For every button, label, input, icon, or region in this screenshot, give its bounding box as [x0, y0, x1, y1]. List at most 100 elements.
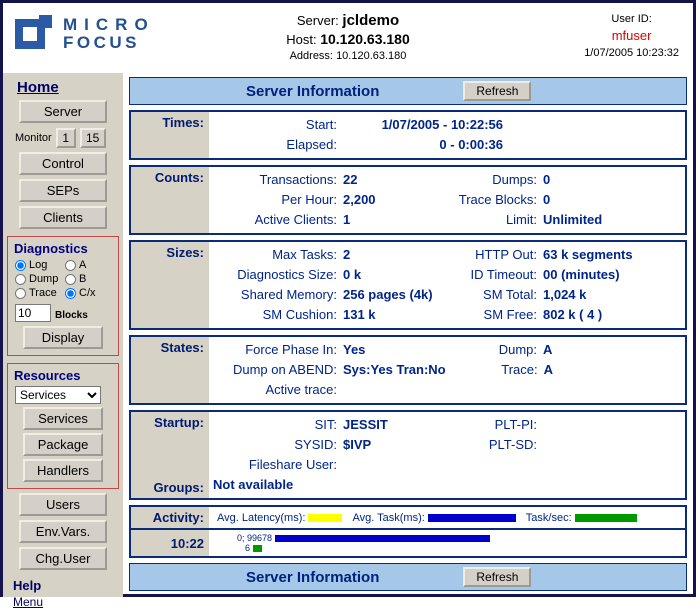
user-id-label: User ID:	[584, 13, 679, 25]
field-label: SIT:	[213, 415, 337, 435]
states-row: Force Phase In: Yes Dump: A	[213, 340, 681, 360]
logo-word-focus: FOCUS	[63, 34, 155, 52]
radio-log[interactable]: Log	[15, 259, 65, 271]
help-label: Help	[13, 578, 123, 593]
sizes-row: Max Tasks: 2 HTTP Out: 63 k segments	[213, 245, 681, 265]
field-value: Sys:Yes Tran:No	[337, 360, 446, 380]
field-value: A	[538, 360, 681, 380]
field-value	[537, 435, 681, 455]
field-value: 00 (minutes)	[537, 265, 681, 285]
handlers-button[interactable]: Handlers	[23, 459, 103, 482]
env-vars-button[interactable]: Env.Vars.	[19, 520, 107, 543]
field-value	[537, 415, 681, 435]
field-label: Dump:	[445, 340, 537, 360]
radio-a[interactable]: A	[65, 259, 115, 271]
field-value: 2,200	[337, 190, 445, 210]
radio-trace[interactable]: Trace	[15, 287, 65, 299]
field-value: A	[537, 340, 681, 360]
startup-row: SYSID: $IVP PLT-SD:	[213, 435, 681, 455]
radio-dump[interactable]: Dump	[15, 273, 65, 285]
elapsed-value: 0 - 0:00:36	[337, 135, 503, 155]
bottom-title: Server Information	[246, 569, 379, 586]
server-information-top-bar: Server Information Refresh	[129, 77, 687, 105]
host-value: 10.120.63.180	[320, 31, 410, 47]
control-button[interactable]: Control	[19, 152, 107, 175]
field-label: Active trace:	[213, 380, 337, 400]
server-name: jcldemo	[342, 12, 399, 29]
monitor-15-button[interactable]: 15	[80, 128, 106, 148]
host-label: Host:	[286, 32, 316, 47]
home-link[interactable]: Home	[17, 79, 123, 96]
field-value	[537, 455, 681, 475]
user-id-value: mfuser	[584, 28, 679, 43]
field-value: $IVP	[337, 435, 445, 455]
radio-cx[interactable]: C/x	[65, 287, 115, 299]
menu-link[interactable]: Menu	[13, 595, 123, 609]
field-value: JESSIT	[337, 415, 445, 435]
startup-section: Startup: Groups: SIT: JESSIT PLT-PI: SYS…	[129, 410, 687, 500]
blocks-input[interactable]	[15, 304, 51, 322]
field-value: 2	[337, 245, 445, 265]
address-label: Address:	[290, 50, 333, 62]
field-label: Shared Memory:	[213, 285, 337, 305]
field-value	[337, 455, 445, 475]
field-value	[537, 380, 681, 400]
header-datetime: 1/07/2005 10:23:32	[584, 47, 679, 59]
field-value	[337, 380, 445, 400]
sizes-section: Sizes: Max Tasks: 2 HTTP Out: 63 k segme…	[129, 240, 687, 330]
page-header: MICRO FOCUS Server: jcldemo Host: 10.120…	[3, 3, 693, 73]
field-value: 22	[337, 170, 445, 190]
startup-section-label: Startup:	[131, 415, 204, 430]
field-label: Trace Blocks:	[445, 190, 537, 210]
resources-group: Resources Services Services Package Hand…	[7, 363, 119, 489]
field-label: Force Phase In:	[213, 340, 337, 360]
blocks-label: Blocks	[55, 310, 88, 321]
logo-wordmark: MICRO FOCUS	[63, 16, 155, 52]
task-sec-legend-swatch	[575, 514, 637, 522]
activity-chart: 0; 99678 6	[209, 530, 685, 556]
field-value: 0 k	[337, 265, 445, 285]
radio-b[interactable]: B	[65, 273, 115, 285]
sizes-row: SM Cushion: 131 k SM Free: 802 k ( 4 )	[213, 305, 681, 325]
package-button[interactable]: Package	[23, 433, 103, 456]
task-ms-legend-label: Avg. Task(ms):	[352, 512, 424, 524]
groups-value: Not available	[213, 475, 681, 495]
field-label: Fileshare User:	[213, 455, 337, 475]
groups-section-label: Groups:	[131, 480, 204, 495]
refresh-button-top[interactable]: Refresh	[463, 81, 531, 101]
server-information-bottom-bar: Server Information Refresh	[129, 563, 687, 591]
server-button[interactable]: Server	[19, 100, 107, 123]
counts-row: Per Hour: 2,200 Trace Blocks: 0	[213, 190, 681, 210]
field-value: 0	[537, 190, 681, 210]
latency-legend-label: Avg. Latency(ms):	[217, 512, 305, 524]
avg-task-bar	[275, 535, 490, 542]
states-section: States: Force Phase In: Yes Dump: A Dump…	[129, 335, 687, 405]
clients-button[interactable]: Clients	[19, 206, 107, 229]
field-label: SYSID:	[213, 435, 337, 455]
task-ms-legend-swatch	[428, 514, 516, 522]
activity-legend: Avg. Latency(ms): Avg. Task(ms): Task/se…	[209, 507, 647, 528]
times-section: Times: Start: 1/07/2005 - 10:22:56 Elaps…	[129, 110, 687, 160]
users-button[interactable]: Users	[19, 493, 107, 516]
services-button[interactable]: Services	[23, 407, 103, 430]
chart-line2-value: 6	[245, 543, 250, 553]
page-title: Server Information	[246, 83, 379, 100]
resources-select[interactable]: Services	[15, 386, 101, 404]
server-label: Server:	[297, 13, 339, 28]
chart-line1-value: 0; 99678	[237, 533, 272, 543]
activity-section-label: Activity:	[131, 507, 209, 528]
micro-focus-logo: MICRO FOCUS	[13, 13, 155, 55]
activity-section: Activity: Avg. Latency(ms): Avg. Task(ms…	[129, 505, 687, 558]
refresh-button-bottom[interactable]: Refresh	[463, 567, 531, 587]
seps-button[interactable]: SEPs	[19, 179, 107, 202]
field-label	[445, 455, 537, 475]
display-button[interactable]: Display	[23, 326, 103, 349]
states-row: Dump on ABEND: Sys:Yes Tran:No Trace: A	[213, 360, 681, 380]
field-label: ID Timeout:	[445, 265, 537, 285]
user-info: User ID: mfuser 1/07/2005 10:23:32	[584, 13, 679, 59]
monitor-1-button[interactable]: 1	[56, 128, 76, 148]
chg-user-button[interactable]: Chg.User	[19, 547, 107, 570]
main-content: Server Information Refresh Times: Start:…	[123, 73, 693, 597]
field-label: Diagnostics Size:	[213, 265, 337, 285]
counts-section-label: Counts:	[131, 167, 209, 233]
